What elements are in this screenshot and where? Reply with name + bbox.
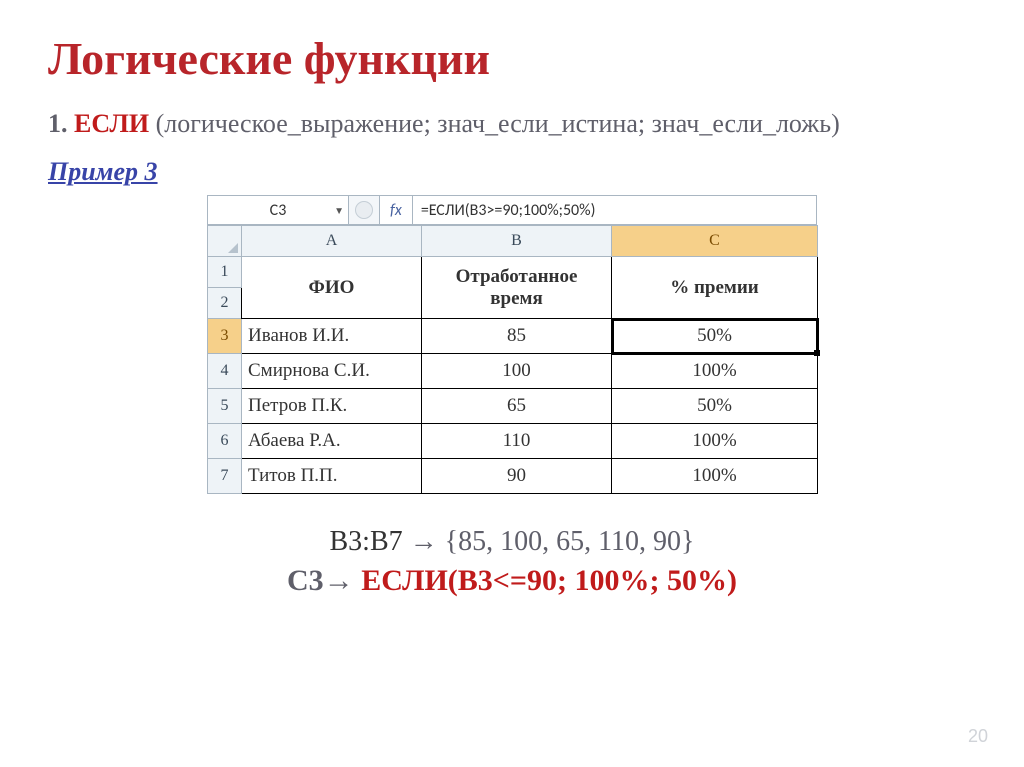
excel-screenshot: C3 ▼ fx =ЕСЛИ(B3>=90;100%;50%) A B — [207, 195, 817, 494]
select-all-corner[interactable] — [208, 226, 242, 257]
spreadsheet-grid: A B C 1 ФИО Отработанное время % премии … — [207, 225, 818, 494]
header-B[interactable]: Отработанное время — [422, 257, 612, 319]
col-A[interactable]: A — [242, 226, 422, 257]
row-5[interactable]: 5 — [208, 389, 242, 424]
row-4[interactable]: 4 — [208, 354, 242, 389]
formula-bar: C3 ▼ fx =ЕСЛИ(B3>=90;100%;50%) — [207, 195, 817, 225]
list-number: 1. — [48, 109, 68, 138]
table-row: 5 Петров П.К. 65 50% — [208, 389, 818, 424]
func-args: (логическое_выражение; знач_если_истина;… — [149, 109, 840, 138]
cell-B7[interactable]: 90 — [422, 459, 612, 494]
row-7[interactable]: 7 — [208, 459, 242, 494]
chevron-down-icon: ▼ — [334, 204, 344, 217]
cell-A5[interactable]: Петров П.К. — [242, 389, 422, 424]
page-number: 20 — [968, 726, 988, 747]
row-3[interactable]: 3 — [208, 319, 242, 354]
slide-content: Логические функции 1. ЕСЛИ (логическое_в… — [0, 0, 1024, 630]
table-row: 4 Смирнова С.И. 100 100% — [208, 354, 818, 389]
cell-B4[interactable]: 100 — [422, 354, 612, 389]
cell-C6[interactable]: 100% — [612, 424, 818, 459]
row-6[interactable]: 6 — [208, 424, 242, 459]
name-box-value: C3 — [270, 201, 287, 220]
cell-B3[interactable]: 85 — [422, 319, 612, 354]
cell-A6[interactable]: Абаева Р.А. — [242, 424, 422, 459]
col-B[interactable]: B — [422, 226, 612, 257]
func-name: ЕСЛИ — [74, 109, 149, 138]
cell-B6[interactable]: 110 — [422, 424, 612, 459]
cell-C5[interactable]: 50% — [612, 389, 818, 424]
row-2[interactable]: 2 — [208, 288, 242, 319]
table-row: 3 Иванов И.И. 85 50% — [208, 319, 818, 354]
formula-buttons — [349, 196, 380, 224]
range-line: B3:B7 → {85, 100, 65, 110, 90} — [48, 526, 976, 558]
formula-line: C3→ ЕСЛИ(B3<=90; 100%; 50%) — [48, 564, 976, 598]
formula-rhs: ЕСЛИ(B3<=90; 100%; 50%) — [361, 564, 737, 597]
syntax-line: 1. ЕСЛИ (логическое_выражение; знач_если… — [48, 109, 976, 139]
cell-A7[interactable]: Титов П.П. — [242, 459, 422, 494]
formula-lhs: C3 — [287, 564, 324, 597]
page-title: Логические функции — [48, 32, 976, 85]
cell-C4[interactable]: 100% — [612, 354, 818, 389]
column-header-row: A B C — [208, 226, 818, 257]
example-label: Пример 3 — [48, 157, 158, 187]
formula-text: =ЕСЛИ(B3>=90;100%;50%) — [421, 201, 596, 220]
header-A[interactable]: ФИО — [242, 257, 422, 319]
arrow-icon: → — [324, 564, 362, 597]
header-row-1: 1 ФИО Отработанное время % премии — [208, 257, 818, 288]
cell-C3[interactable]: 50% — [612, 319, 818, 354]
fx-icon[interactable]: fx — [380, 196, 413, 224]
cell-C7[interactable]: 100% — [612, 459, 818, 494]
table-row: 6 Абаева Р.А. 110 100% — [208, 424, 818, 459]
cell-A3[interactable]: Иванов И.И. — [242, 319, 422, 354]
header-C[interactable]: % премии — [612, 257, 818, 319]
cancel-icon[interactable] — [355, 201, 373, 219]
arrow-icon: → — [410, 526, 438, 557]
table-row: 7 Титов П.П. 90 100% — [208, 459, 818, 494]
row-1[interactable]: 1 — [208, 257, 242, 288]
cell-A4[interactable]: Смирнова С.И. — [242, 354, 422, 389]
name-box[interactable]: C3 ▼ — [208, 196, 349, 224]
col-C[interactable]: C — [612, 226, 818, 257]
cell-B5[interactable]: 65 — [422, 389, 612, 424]
formula-input[interactable]: =ЕСЛИ(B3>=90;100%;50%) — [413, 196, 816, 224]
range-lhs: B3:B7 — [330, 526, 410, 557]
range-rhs: {85, 100, 65, 110, 90} — [438, 526, 695, 557]
bottom-text: B3:B7 → {85, 100, 65, 110, 90} C3→ ЕСЛИ(… — [48, 526, 976, 598]
